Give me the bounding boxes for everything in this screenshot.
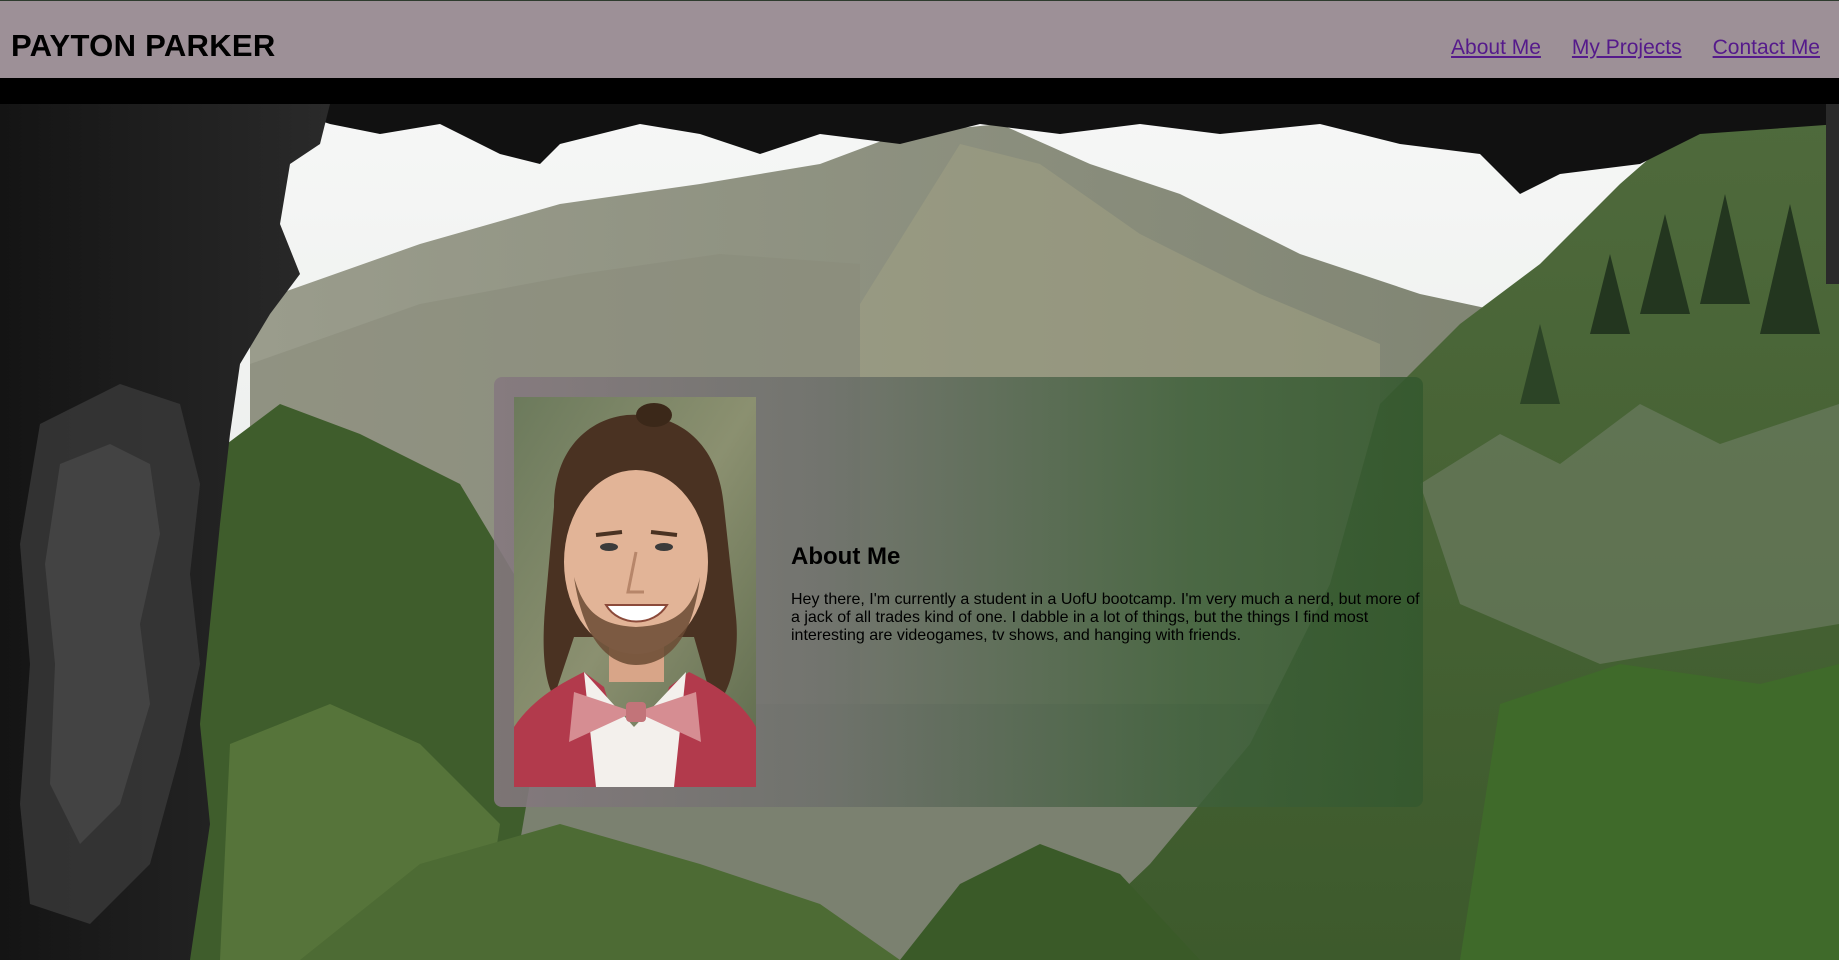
site-header: PAYTON PARKER About Me My Projects Conta… (0, 0, 1839, 78)
nav-link-my-projects[interactable]: My Projects (1572, 35, 1682, 61)
profile-photo (514, 397, 756, 787)
main-nav: About Me My Projects Contact Me (1451, 35, 1820, 61)
nav-link-contact-me[interactable]: Contact Me (1713, 35, 1820, 61)
about-me-paragraph: Hey there, I'm currently a student in a … (791, 591, 1420, 644)
site-title: PAYTON PARKER (11, 28, 276, 63)
portrait-image (514, 397, 756, 787)
header-divider-band (0, 78, 1839, 104)
about-me-text: About Me Hey there, I'm currently a stud… (791, 543, 1423, 645)
about-me-heading: About Me (791, 543, 901, 570)
nav-link-about-me[interactable]: About Me (1451, 35, 1541, 61)
about-me-card: About Me Hey there, I'm currently a stud… (494, 377, 1423, 807)
